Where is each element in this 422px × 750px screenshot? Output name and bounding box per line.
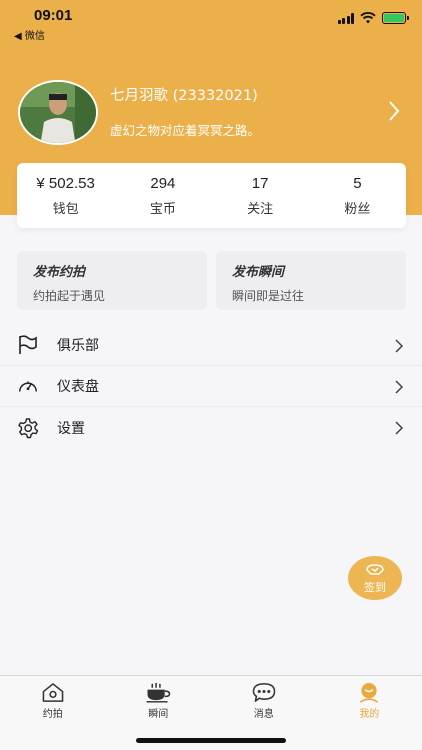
- avatar[interactable]: [18, 80, 98, 145]
- stat-label: 关注: [247, 201, 274, 217]
- publish-appointment-card[interactable]: 发布约拍 约拍起于遇见: [17, 251, 207, 310]
- stats-card: ¥ 502.53 钱包 294 宝币 17 关注 5 粉丝: [17, 163, 406, 228]
- sign-in-button[interactable]: 签到: [348, 556, 402, 600]
- status-icons: [337, 12, 409, 24]
- stat-value: ¥ 502.53: [36, 174, 95, 192]
- menu-label: 俱乐部: [57, 338, 99, 354]
- stat-value: 17: [251, 174, 269, 192]
- quick-card-subtitle: 瞬间即是过往: [232, 289, 305, 303]
- stat-coins[interactable]: 294 宝币: [114, 163, 211, 228]
- tab-label: 约拍: [42, 709, 63, 720]
- tab-messages[interactable]: 消息: [211, 676, 317, 720]
- battery-charging-icon: [382, 12, 409, 24]
- stat-wallet[interactable]: ¥ 502.53 钱包: [17, 163, 114, 228]
- gauge-icon: [17, 375, 39, 397]
- quick-card-title: 发布约拍: [33, 265, 86, 280]
- tab-mine[interactable]: 我的: [317, 676, 422, 720]
- flag-icon: [17, 334, 39, 356]
- home-indicator: [136, 738, 286, 743]
- tab-label: 瞬间: [148, 709, 169, 720]
- tab-moments[interactable]: 瞬间: [106, 676, 212, 720]
- menu-item-club[interactable]: 俱乐部: [0, 325, 422, 366]
- quick-card-subtitle: 约拍起于遇见: [33, 289, 106, 303]
- status-time: 09:01: [34, 7, 73, 24]
- stat-value: 5: [353, 174, 362, 192]
- profile-bio: 虚幻之物对应着冥冥之路。: [110, 123, 261, 138]
- menu-label: 仪表盘: [57, 379, 99, 395]
- tab-appointment[interactable]: 约拍: [0, 676, 106, 720]
- gear-icon: [17, 417, 39, 439]
- sign-in-label: 签到: [364, 580, 386, 594]
- settings-menu: 俱乐部 仪表盘 设置: [0, 325, 422, 448]
- status-bar: 09:01 ◀ 微信: [0, 0, 422, 44]
- stat-label: 钱包: [52, 201, 79, 217]
- coffee-cup-icon: [146, 682, 171, 703]
- back-to-wechat-link[interactable]: ◀ 微信: [14, 27, 45, 42]
- menu-item-dashboard[interactable]: 仪表盘: [0, 366, 422, 407]
- stat-label: 宝币: [149, 201, 176, 217]
- chevron-right-icon: [395, 421, 404, 435]
- signal-icon: [337, 12, 354, 24]
- home-icon: [42, 683, 64, 702]
- stat-value: 294: [150, 174, 176, 192]
- quick-actions: 发布约拍 约拍起于遇见 发布瞬间 瞬间即是过往: [17, 251, 406, 310]
- quick-card-title: 发布瞬间: [232, 265, 285, 280]
- menu-label: 设置: [57, 420, 85, 437]
- smile-face-icon: [360, 682, 379, 703]
- profile-name: 七月羽歌 (23332021): [110, 88, 258, 104]
- sign-in-icon: [366, 563, 384, 575]
- chevron-right-icon[interactable]: [386, 99, 402, 123]
- tab-label: 消息: [253, 709, 274, 720]
- chat-bubble-icon: [252, 683, 276, 702]
- tab-label: 我的: [359, 709, 380, 720]
- wifi-icon: [360, 12, 376, 24]
- chevron-right-icon: [395, 339, 404, 353]
- chevron-right-icon: [395, 380, 404, 394]
- stat-label: 粉丝: [344, 201, 371, 217]
- stat-followers[interactable]: 5 粉丝: [309, 163, 406, 228]
- stat-following[interactable]: 17 关注: [212, 163, 309, 228]
- menu-item-settings[interactable]: 设置: [0, 407, 422, 448]
- profile-page: 09:01 ◀ 微信 七月羽歌 (23332021) 虚幻之物对应着冥冥之路。 …: [0, 0, 422, 750]
- publish-moment-card[interactable]: 发布瞬间 瞬间即是过往: [216, 251, 406, 310]
